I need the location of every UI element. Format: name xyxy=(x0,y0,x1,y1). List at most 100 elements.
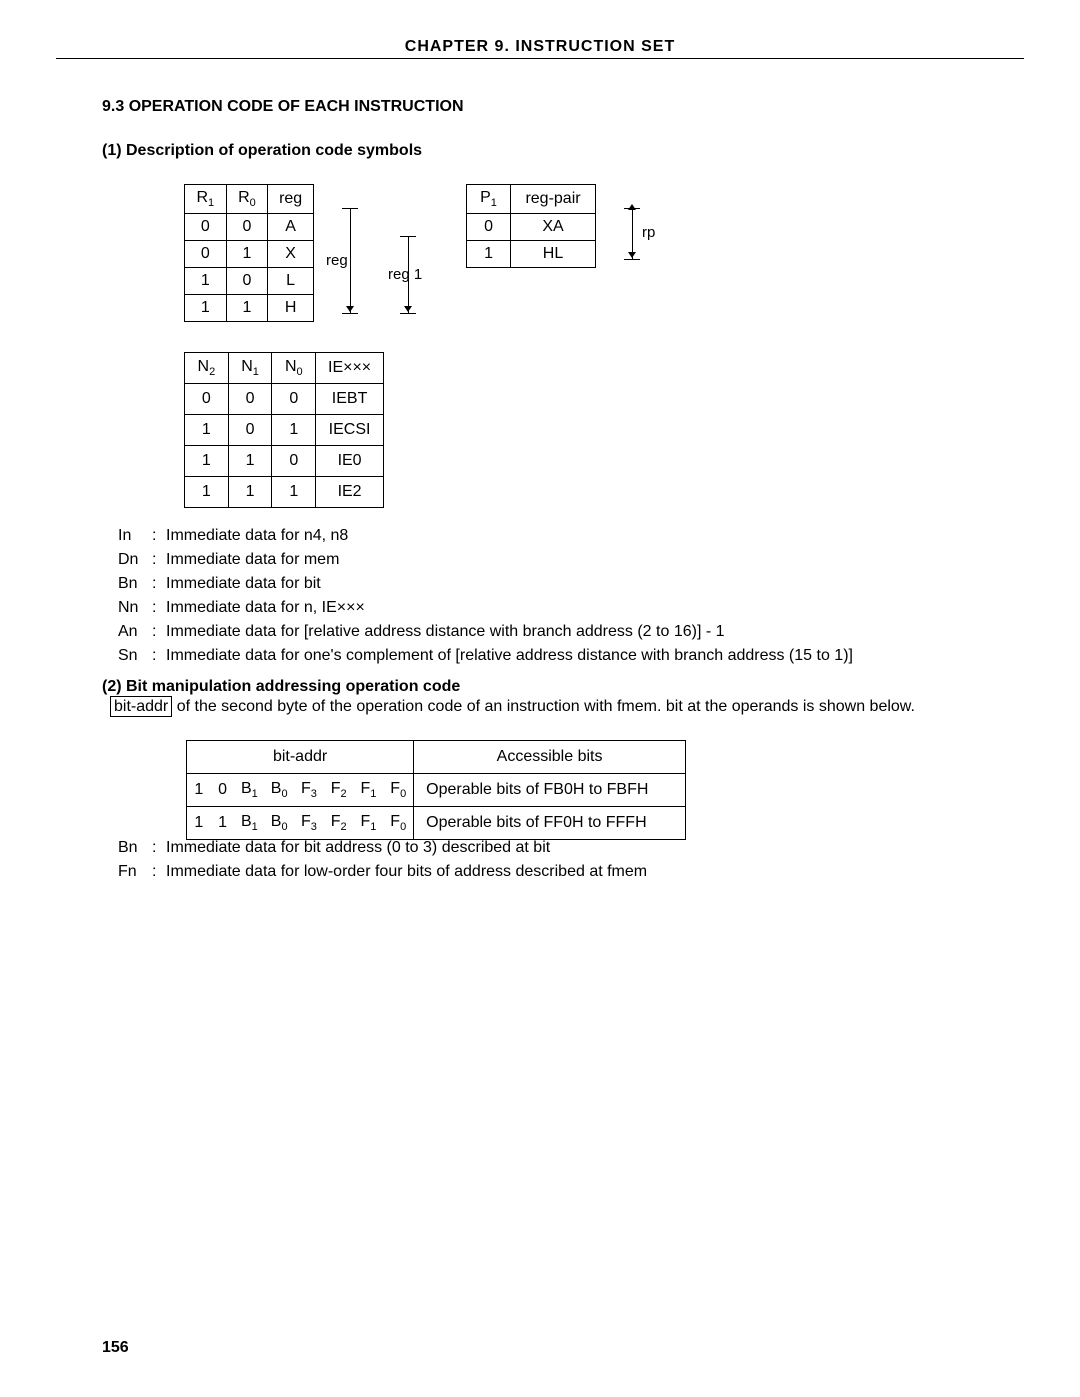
table-cell: IE0 xyxy=(316,446,384,477)
bit-cell: F2 xyxy=(324,807,354,840)
def-key: Bn xyxy=(118,836,152,860)
arrow-down-icon xyxy=(404,306,412,312)
ie-table-wrap: N2 N1 N0 IE××× 000IEBT 101IECSI 110IE0 1… xyxy=(184,352,384,508)
table-cell: 0 xyxy=(226,268,268,295)
def-key: Fn xyxy=(118,860,152,884)
def-val: Immediate data for one's complement of [… xyxy=(166,644,853,668)
def-key: Dn xyxy=(118,548,152,572)
rp-th-p1: P1 xyxy=(467,185,511,214)
table-cell: 1 xyxy=(228,477,272,508)
arrow-down-icon xyxy=(628,252,636,258)
reg-th-r0: R0 xyxy=(226,185,268,214)
def-key: In xyxy=(118,524,152,548)
bit-cell: F3 xyxy=(294,774,324,807)
ie-th-n0: N0 xyxy=(272,353,316,384)
bit-cell: B0 xyxy=(264,774,294,807)
table-cell: X xyxy=(268,241,314,268)
bit-cell: F1 xyxy=(354,807,384,840)
table-cell: IE2 xyxy=(316,477,384,508)
ie-th-iexxx: IE××× xyxy=(316,353,384,384)
def-key: Nn xyxy=(118,596,152,620)
reg-th-reg: reg xyxy=(268,185,314,214)
def-key: Sn xyxy=(118,644,152,668)
table-cell: 1 xyxy=(272,415,316,446)
bit-th-left: bit-addr xyxy=(187,741,414,774)
table-cell: L xyxy=(268,268,314,295)
bit-table-wrap: bit-addr Accessible bits 1 0 B1 B0 F3 F2… xyxy=(186,740,686,840)
reg1-bracket-label: reg 1 xyxy=(388,266,422,283)
def-val: Immediate data for bit address (0 to 3) … xyxy=(166,836,550,860)
table-cell: 1 xyxy=(228,446,272,477)
bit-cell: F2 xyxy=(324,774,354,807)
boxed-bit-addr: bit-addr xyxy=(110,696,172,717)
def-val: Immediate data for low-order four bits o… xyxy=(166,860,647,884)
reg-table-wrap: R1 R0 reg 00A 01X 10L 11H xyxy=(184,184,314,322)
table-cell: 0 xyxy=(272,446,316,477)
def-val: Immediate data for mem xyxy=(166,548,339,572)
subtitle-1: (1) Description of operation code symbol… xyxy=(102,142,422,160)
subtitle-2: (2) Bit manipulation addressing operatio… xyxy=(102,678,460,696)
table-cell: 0 xyxy=(228,415,272,446)
regpair-table: P1 reg-pair 0XA 1HL xyxy=(466,184,596,268)
bit-cell: F1 xyxy=(354,774,384,807)
def-val: Immediate data for bit xyxy=(166,572,321,596)
table-cell: XA xyxy=(511,214,596,241)
page-number: 156 xyxy=(102,1339,129,1357)
reg-th-r1: R1 xyxy=(185,185,227,214)
table-cell: 1 xyxy=(185,446,229,477)
sub2-text-line: bit-addr of the second byte of the opera… xyxy=(110,698,915,716)
bit-cell: B1 xyxy=(235,807,265,840)
table-cell: IECSI xyxy=(316,415,384,446)
table-cell: 1 xyxy=(226,241,268,268)
table-cell: 0 xyxy=(272,384,316,415)
bit-addr-table: bit-addr Accessible bits 1 0 B1 B0 F3 F2… xyxy=(186,740,686,840)
ie-th-n2: N2 xyxy=(185,353,229,384)
reg-bracket-label: reg xyxy=(326,252,348,269)
table-cell: IEBT xyxy=(316,384,384,415)
table-cell: 0 xyxy=(467,214,511,241)
table-cell: 1 xyxy=(185,268,227,295)
def-val: Immediate data for [relative address dis… xyxy=(166,620,725,644)
regpair-table-wrap: P1 reg-pair 0XA 1HL xyxy=(466,184,596,268)
table-cell: 0 xyxy=(185,241,227,268)
arrow-up-icon xyxy=(628,204,636,210)
sub2-text: of the second byte of the operation code… xyxy=(177,698,915,715)
table-cell: 0 xyxy=(228,384,272,415)
rp-bracket-label: rp xyxy=(642,224,655,241)
table-cell: 0 xyxy=(185,384,229,415)
table-cell: 1 xyxy=(272,477,316,508)
chapter-header: CHAPTER 9. INSTRUCTION SET xyxy=(0,38,1080,56)
ie-table: N2 N1 N0 IE××× 000IEBT 101IECSI 110IE0 1… xyxy=(184,352,384,508)
bit-cell: B0 xyxy=(264,807,294,840)
header-rule xyxy=(56,58,1024,59)
def-val: Immediate data for n4, n8 xyxy=(166,524,348,548)
table-cell: 1 xyxy=(467,241,511,268)
table-cell: 1 xyxy=(185,295,227,322)
rp-th-regpair: reg-pair xyxy=(511,185,596,214)
definitions-1: In:Immediate data for n4, n8 Dn:Immediat… xyxy=(118,524,853,668)
table-cell: 0 xyxy=(185,214,227,241)
table-cell: HL xyxy=(511,241,596,268)
table-cell: H xyxy=(268,295,314,322)
def-key: Bn xyxy=(118,572,152,596)
definitions-2: Bn:Immediate data for bit address (0 to … xyxy=(118,836,647,884)
bit-cell: F3 xyxy=(294,807,324,840)
bit-cell: 1 xyxy=(187,807,211,840)
bit-cell: F0 xyxy=(383,774,413,807)
table-cell: 1 xyxy=(185,477,229,508)
bit-cell: B1 xyxy=(235,774,265,807)
reg-table: R1 R0 reg 00A 01X 10L 11H xyxy=(184,184,314,322)
table-cell: 0 xyxy=(226,214,268,241)
bit-th-right: Accessible bits xyxy=(414,741,686,774)
def-key: An xyxy=(118,620,152,644)
bit-cell: 0 xyxy=(211,774,235,807)
arrow-down-icon xyxy=(346,306,354,312)
bit-cell: 1 xyxy=(211,807,235,840)
bit-cell: F0 xyxy=(383,807,413,840)
table-cell: 1 xyxy=(226,295,268,322)
section-title-9-3: 9.3 OPERATION CODE OF EACH INSTRUCTION xyxy=(102,98,464,116)
table-cell: A xyxy=(268,214,314,241)
def-val: Immediate data for n, IE××× xyxy=(166,596,365,620)
bit-cell: 1 xyxy=(187,774,211,807)
ie-th-n1: N1 xyxy=(228,353,272,384)
